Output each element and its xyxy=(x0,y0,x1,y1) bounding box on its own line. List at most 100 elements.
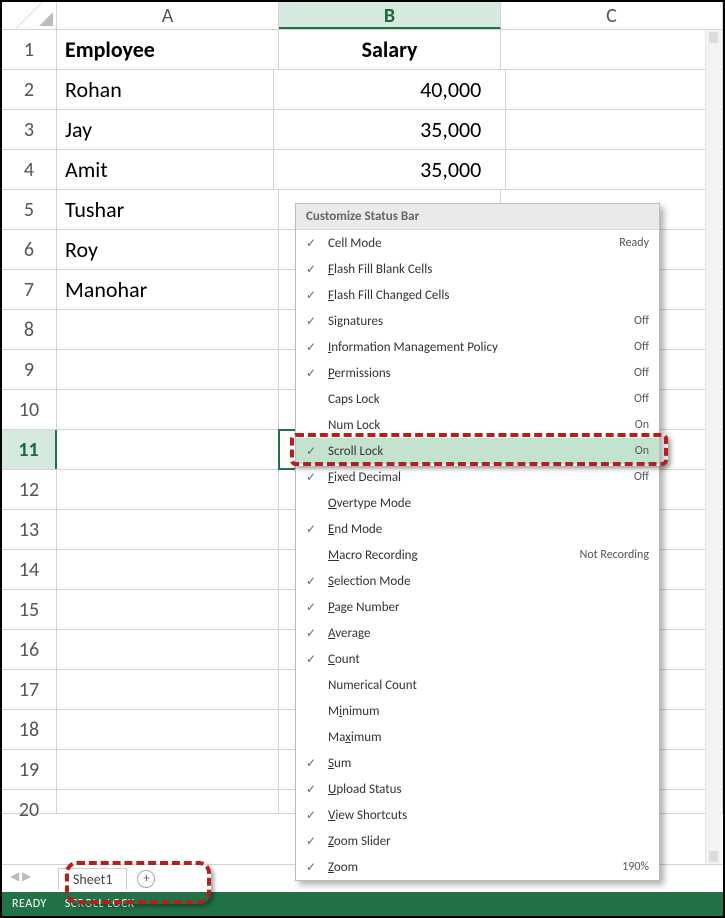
menu-item[interactable]: ✓Cell ModeReady xyxy=(296,230,659,256)
menu-item[interactable]: Num LockOn xyxy=(296,412,659,438)
check-icon: ✓ xyxy=(302,340,320,355)
cell[interactable]: Manohar xyxy=(57,270,279,309)
menu-item-value: Not Recording xyxy=(580,548,649,562)
row-header[interactable]: 19 xyxy=(2,750,57,789)
row-header[interactable]: 11 xyxy=(2,430,57,469)
status-bar: READY SCROLL LOCK xyxy=(2,892,723,916)
column-header-row: A B C xyxy=(2,2,723,30)
menu-item-label: Cell Mode xyxy=(328,236,611,251)
menu-item[interactable]: ✓Page Number xyxy=(296,594,659,620)
cell[interactable]: Roy xyxy=(57,230,279,269)
menu-item[interactable]: Macro RecordingNot Recording xyxy=(296,542,659,568)
check-icon: ✓ xyxy=(302,444,320,459)
cell[interactable]: 35,000 xyxy=(274,110,507,149)
sheet-tab[interactable]: Sheet1 xyxy=(58,868,127,890)
cell[interactable] xyxy=(501,30,723,69)
cell[interactable] xyxy=(57,710,279,749)
menu-item[interactable]: ✓End Mode xyxy=(296,516,659,542)
row-header[interactable]: 16 xyxy=(2,630,57,669)
check-icon: ✓ xyxy=(302,522,320,537)
menu-item[interactable]: ✓PermissionsOff xyxy=(296,360,659,386)
row-header[interactable]: 15 xyxy=(2,590,57,629)
menu-item[interactable]: ✓Selection Mode xyxy=(296,568,659,594)
cell[interactable] xyxy=(57,430,279,469)
menu-item-label: Num Lock xyxy=(328,418,627,433)
add-sheet-button[interactable]: + xyxy=(137,870,155,888)
column-header-c[interactable]: C xyxy=(501,2,723,29)
menu-item[interactable]: ✓Flash Fill Changed Cells xyxy=(296,282,659,308)
check-icon: ✓ xyxy=(302,626,320,641)
menu-item-label: Scroll Lock xyxy=(328,444,627,459)
cell[interactable] xyxy=(57,630,279,669)
cell[interactable] xyxy=(57,670,279,709)
cell[interactable]: 40,000 xyxy=(274,70,507,109)
cell[interactable] xyxy=(57,510,279,549)
menu-item[interactable]: Maximum xyxy=(296,724,659,750)
select-all-corner[interactable] xyxy=(2,2,57,29)
cell[interactable]: Rohan xyxy=(57,70,274,109)
cell[interactable] xyxy=(506,70,723,109)
cell[interactable] xyxy=(506,150,723,189)
sheet-nav-arrows[interactable]: ◀ ▶ xyxy=(10,869,31,884)
row-header[interactable]: 5 xyxy=(2,190,57,229)
menu-item-value: Off xyxy=(634,392,649,406)
row-header[interactable]: 13 xyxy=(2,510,57,549)
row-header[interactable]: 12 xyxy=(2,470,57,509)
menu-item[interactable]: ✓Upload Status xyxy=(296,776,659,802)
cell[interactable] xyxy=(57,550,279,589)
menu-item[interactable]: ✓Scroll LockOn xyxy=(296,438,659,464)
menu-item[interactable]: Caps Lock Off xyxy=(296,386,659,412)
menu-item[interactable]: ✓Fixed DecimalOff xyxy=(296,464,659,490)
cell[interactable] xyxy=(57,350,279,389)
cell[interactable]: Employee xyxy=(57,30,279,69)
menu-item-label: Flash Fill Changed Cells xyxy=(328,288,641,303)
column-header-a[interactable]: A xyxy=(57,2,279,29)
menu-item[interactable]: Minimum xyxy=(296,698,659,724)
row-header[interactable]: 4 xyxy=(2,150,57,189)
menu-item-label: Selection Mode xyxy=(328,574,641,589)
row-header[interactable]: 6 xyxy=(2,230,57,269)
cell[interactable] xyxy=(57,590,279,629)
check-icon: ✓ xyxy=(302,652,320,667)
row-header[interactable]: 3 xyxy=(2,110,57,149)
menu-item[interactable]: ✓Average xyxy=(296,620,659,646)
row-header[interactable]: 14 xyxy=(2,550,57,589)
customize-status-bar-menu: Customize Status Bar ✓Cell ModeReady✓Fla… xyxy=(295,203,660,881)
menu-item-label: Caps Lock xyxy=(328,392,626,407)
menu-item[interactable]: ✓Zoom Slider xyxy=(296,828,659,854)
menu-item-value: Off xyxy=(634,366,649,380)
vertical-scrollbar[interactable] xyxy=(705,30,721,864)
row-header[interactable]: 17 xyxy=(2,670,57,709)
cell[interactable] xyxy=(506,110,723,149)
cell[interactable]: Tushar xyxy=(57,190,279,229)
row-header[interactable]: 9 xyxy=(2,350,57,389)
menu-item[interactable]: Numerical Count xyxy=(296,672,659,698)
row-header[interactable]: 7 xyxy=(2,270,57,309)
menu-item[interactable]: ✓Zoom190% xyxy=(296,854,659,880)
cell[interactable]: Amit xyxy=(57,150,274,189)
cell[interactable] xyxy=(57,390,279,429)
cell[interactable] xyxy=(57,750,279,789)
cell[interactable] xyxy=(57,790,279,813)
row-header[interactable]: 10 xyxy=(2,390,57,429)
row-header[interactable]: 2 xyxy=(2,70,57,109)
row-header[interactable]: 8 xyxy=(2,310,57,349)
check-icon: ✓ xyxy=(302,236,320,251)
menu-item[interactable]: ✓Sum xyxy=(296,750,659,776)
row-header[interactable]: 18 xyxy=(2,710,57,749)
row-header[interactable]: 1 xyxy=(2,30,57,69)
menu-item[interactable]: ✓SignaturesOff xyxy=(296,308,659,334)
cell[interactable]: Salary xyxy=(279,30,501,69)
cell[interactable]: Jay xyxy=(57,110,274,149)
menu-item[interactable]: ✓Flash Fill Blank Cells xyxy=(296,256,659,282)
row-header[interactable]: 20 xyxy=(2,790,57,813)
menu-item[interactable]: ✓View Shortcuts xyxy=(296,802,659,828)
menu-item[interactable]: Overtype Mode xyxy=(296,490,659,516)
cell[interactable]: 35,000 xyxy=(274,150,507,189)
menu-item[interactable]: ✓Information Management PolicyOff xyxy=(296,334,659,360)
menu-item[interactable]: ✓Count xyxy=(296,646,659,672)
column-header-b[interactable]: B xyxy=(279,2,501,29)
menu-item-label: Permissions xyxy=(328,366,626,381)
cell[interactable] xyxy=(57,310,279,349)
cell[interactable] xyxy=(57,470,279,509)
